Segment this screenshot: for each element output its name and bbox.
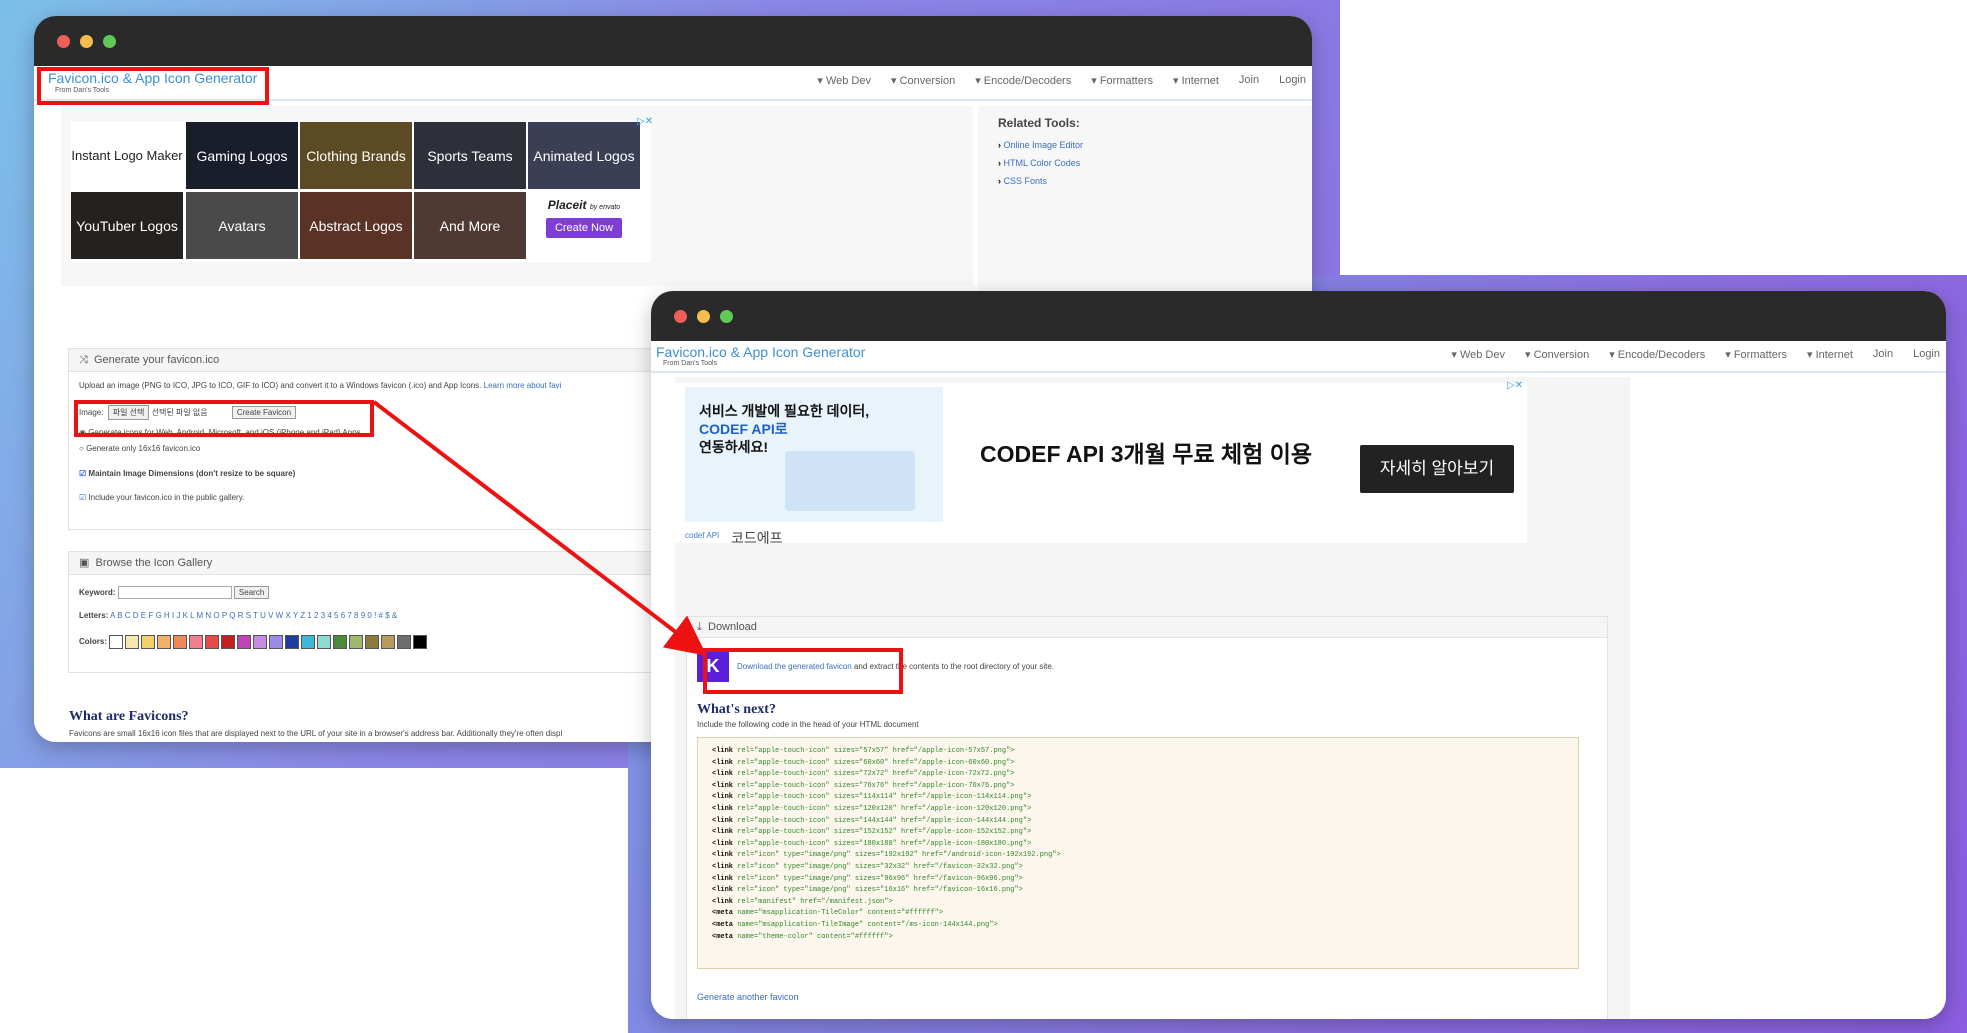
annotation-arrow bbox=[372, 400, 707, 656]
arrow-line bbox=[372, 400, 707, 656]
